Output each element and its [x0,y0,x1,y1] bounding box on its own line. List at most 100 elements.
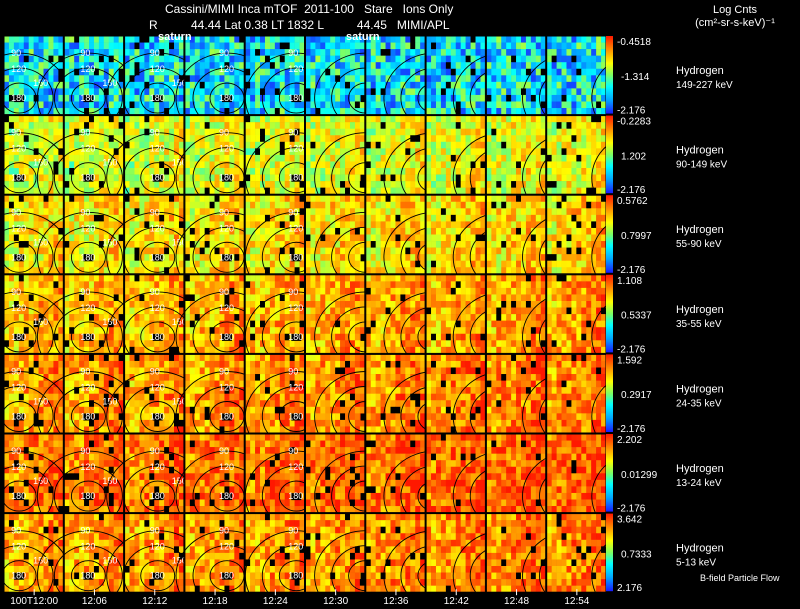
heat-cell [460,181,466,188]
heat-cell [410,128,416,136]
heat-cell [264,36,271,43]
heat-cell [320,267,326,275]
heat-cell [340,122,346,129]
heat-cell [250,108,256,115]
heat-cell [525,62,532,70]
heat-cell [250,62,256,70]
heat-cell [349,254,356,261]
heat-cell [149,115,155,123]
heat-cell [410,148,416,156]
heat-cell [561,68,567,76]
heat-cell [4,122,10,129]
heat-cell [516,174,522,182]
heat-cell [486,49,492,56]
heat-cell [375,88,381,96]
heat-cell [134,320,140,328]
heat-cell [530,174,537,182]
heat-cell [395,187,401,195]
heat-cell [566,108,572,115]
heat-cell [255,49,261,56]
heat-cell [375,260,381,268]
heat-cell [159,201,165,209]
heat-cell [340,101,346,109]
heat-cell [214,234,220,242]
heat-cell [435,55,442,63]
heat-cell [174,301,180,308]
heat-cell [405,247,411,255]
heat-cell [154,108,160,115]
heat-cell [310,227,316,235]
heat-cell [556,75,562,83]
heat-cell [465,214,471,222]
heat-cell [74,135,80,143]
heat-cell [511,267,517,275]
heat-cell [129,201,135,209]
heat-cell [435,101,442,109]
heat-cell [260,201,266,209]
heat-cell [581,75,587,83]
contour-label: 120 [288,144,303,154]
heat-cell [129,81,135,89]
heat-cell [431,247,437,255]
heat-cell [506,221,512,229]
heat-cell [395,214,401,222]
heat-cell [520,42,527,50]
heat-cell [325,241,331,248]
heat-cell [571,241,577,248]
heat-cell [586,201,592,209]
heat-cell [375,68,381,76]
contour-label: 180 [219,252,234,262]
heat-cell [405,227,411,235]
heat-cell [64,287,70,295]
heat-cell [415,42,421,50]
heat-cell [491,214,497,222]
heat-cell [516,122,522,129]
heat-cell [28,301,34,308]
heat-cell [365,181,372,188]
heat-cell [395,174,401,182]
heat-cell [354,181,361,188]
heat-cell [486,214,492,222]
heat-cell [124,195,130,203]
heat-cell [69,161,75,169]
heat-cell [255,161,261,169]
heat-cell [525,254,532,261]
heat-cell [33,141,39,149]
heat-cell [556,208,562,216]
heat-cell [245,227,251,235]
heat-cell [435,135,442,143]
heat-cell [69,81,75,89]
heat-cell [8,234,15,242]
heat-cell [586,42,592,50]
heat-cell [134,281,140,289]
heat-cell [380,201,386,209]
heat-cell [475,62,481,70]
heat-cell [64,36,70,43]
heat-cell [501,55,507,63]
heat-cell [535,55,542,63]
heat-cell [349,221,356,229]
heat-cell [129,227,135,235]
heat-cell [53,75,59,83]
heat-cell [426,195,432,203]
heat-cell [245,128,251,136]
heat-cell [113,122,119,129]
heat-cell [405,221,411,229]
heat-cell [305,174,311,182]
heat-cell [546,88,552,96]
heat-cell [184,247,191,255]
heat-cell [455,88,461,96]
contour-label: 90 [288,128,298,138]
heat-cell [43,201,49,209]
heat-cell [445,234,452,242]
heat-cell [349,55,356,63]
heat-cell [465,108,471,115]
heat-cell [576,161,582,169]
heat-cell [354,42,361,50]
contour-label: 120 [11,303,26,313]
contour-label: 90 [150,128,160,138]
heat-cell [561,214,567,222]
heat-cell [445,108,452,115]
heat-cell [209,161,215,169]
heat-cell [38,327,44,335]
